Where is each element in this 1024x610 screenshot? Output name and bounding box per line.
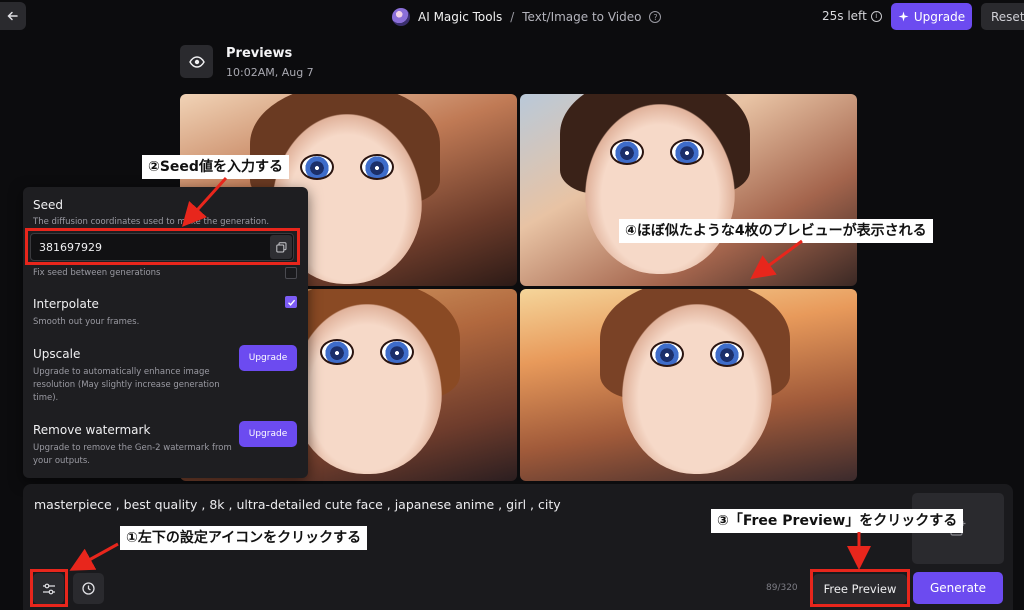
time-left-indicator: 25s left i (822, 9, 882, 23)
sparkle-icon (898, 11, 909, 22)
remove-watermark-upgrade-button[interactable]: Upgrade (239, 421, 297, 447)
preview-image-4[interactable] (520, 289, 857, 481)
fix-seed-label: Fix seed between generations (33, 268, 161, 278)
character-count: 89/320 (766, 583, 798, 593)
annotation-callout-3: ③「Free Preview」をクリックする (711, 509, 964, 533)
time-left-text: 25s left (822, 9, 867, 23)
previews-icon-box (180, 45, 213, 78)
reset-button[interactable]: Reset (981, 3, 1024, 30)
breadcrumb: AI Magic Tools / Text/Image to Video ? (392, 6, 662, 28)
eye-icon (188, 55, 205, 68)
upgrade-button-label: Upgrade (913, 9, 966, 24)
remove-watermark-label: Remove watermark (33, 423, 151, 437)
seed-label: Seed (33, 198, 63, 212)
breadcrumb-page: Text/Image to Video (522, 10, 642, 24)
annotation-callout-4: ④ほぼ似たような4枚のプレビューが表示される (619, 219, 933, 243)
breadcrumb-separator: / (510, 10, 515, 24)
history-button[interactable] (73, 573, 104, 604)
upscale-description: Upgrade to automatically enhance image r… (33, 367, 220, 403)
check-icon (287, 299, 295, 306)
previews-title: Previews (226, 46, 293, 61)
prompt-textarea[interactable]: masterpiece , best quality , 8k , ultra-… (34, 497, 561, 512)
annotation-callout-1: ①左下の設定アイコンをクリックする (120, 526, 368, 550)
preview-image-2[interactable] (520, 94, 857, 286)
previews-timestamp: 10:02AM, Aug 7 (226, 66, 314, 79)
clock-icon (82, 582, 95, 595)
info-icon[interactable]: i (870, 10, 882, 22)
upgrade-button[interactable]: Upgrade (891, 3, 972, 30)
arrow-left-icon (7, 11, 18, 21)
help-icon[interactable]: ? (649, 11, 662, 23)
annotation-box-seed (25, 228, 300, 265)
upscale-label: Upscale (33, 347, 81, 361)
annotation-box-settings (30, 569, 68, 607)
annotation-box-free-preview (810, 569, 910, 607)
upscale-upgrade-button[interactable]: Upgrade (239, 345, 297, 371)
back-button[interactable] (0, 2, 26, 30)
remove-watermark-description: Upgrade to remove the Gen-2 watermark fr… (33, 443, 232, 466)
interpolate-description: Smooth out your frames. (33, 317, 140, 327)
fix-seed-checkbox[interactable] (285, 267, 297, 279)
interpolate-checkbox[interactable] (285, 296, 297, 308)
top-bar: AI Magic Tools / Text/Image to Video ? 2… (0, 0, 1024, 34)
interpolate-label: Interpolate (33, 297, 99, 311)
annotation-callout-2: ②Seed値を入力する (142, 155, 289, 179)
app-avatar (392, 8, 410, 26)
breadcrumb-app[interactable]: AI Magic Tools (418, 10, 502, 24)
generate-button[interactable]: Generate (913, 572, 1003, 604)
